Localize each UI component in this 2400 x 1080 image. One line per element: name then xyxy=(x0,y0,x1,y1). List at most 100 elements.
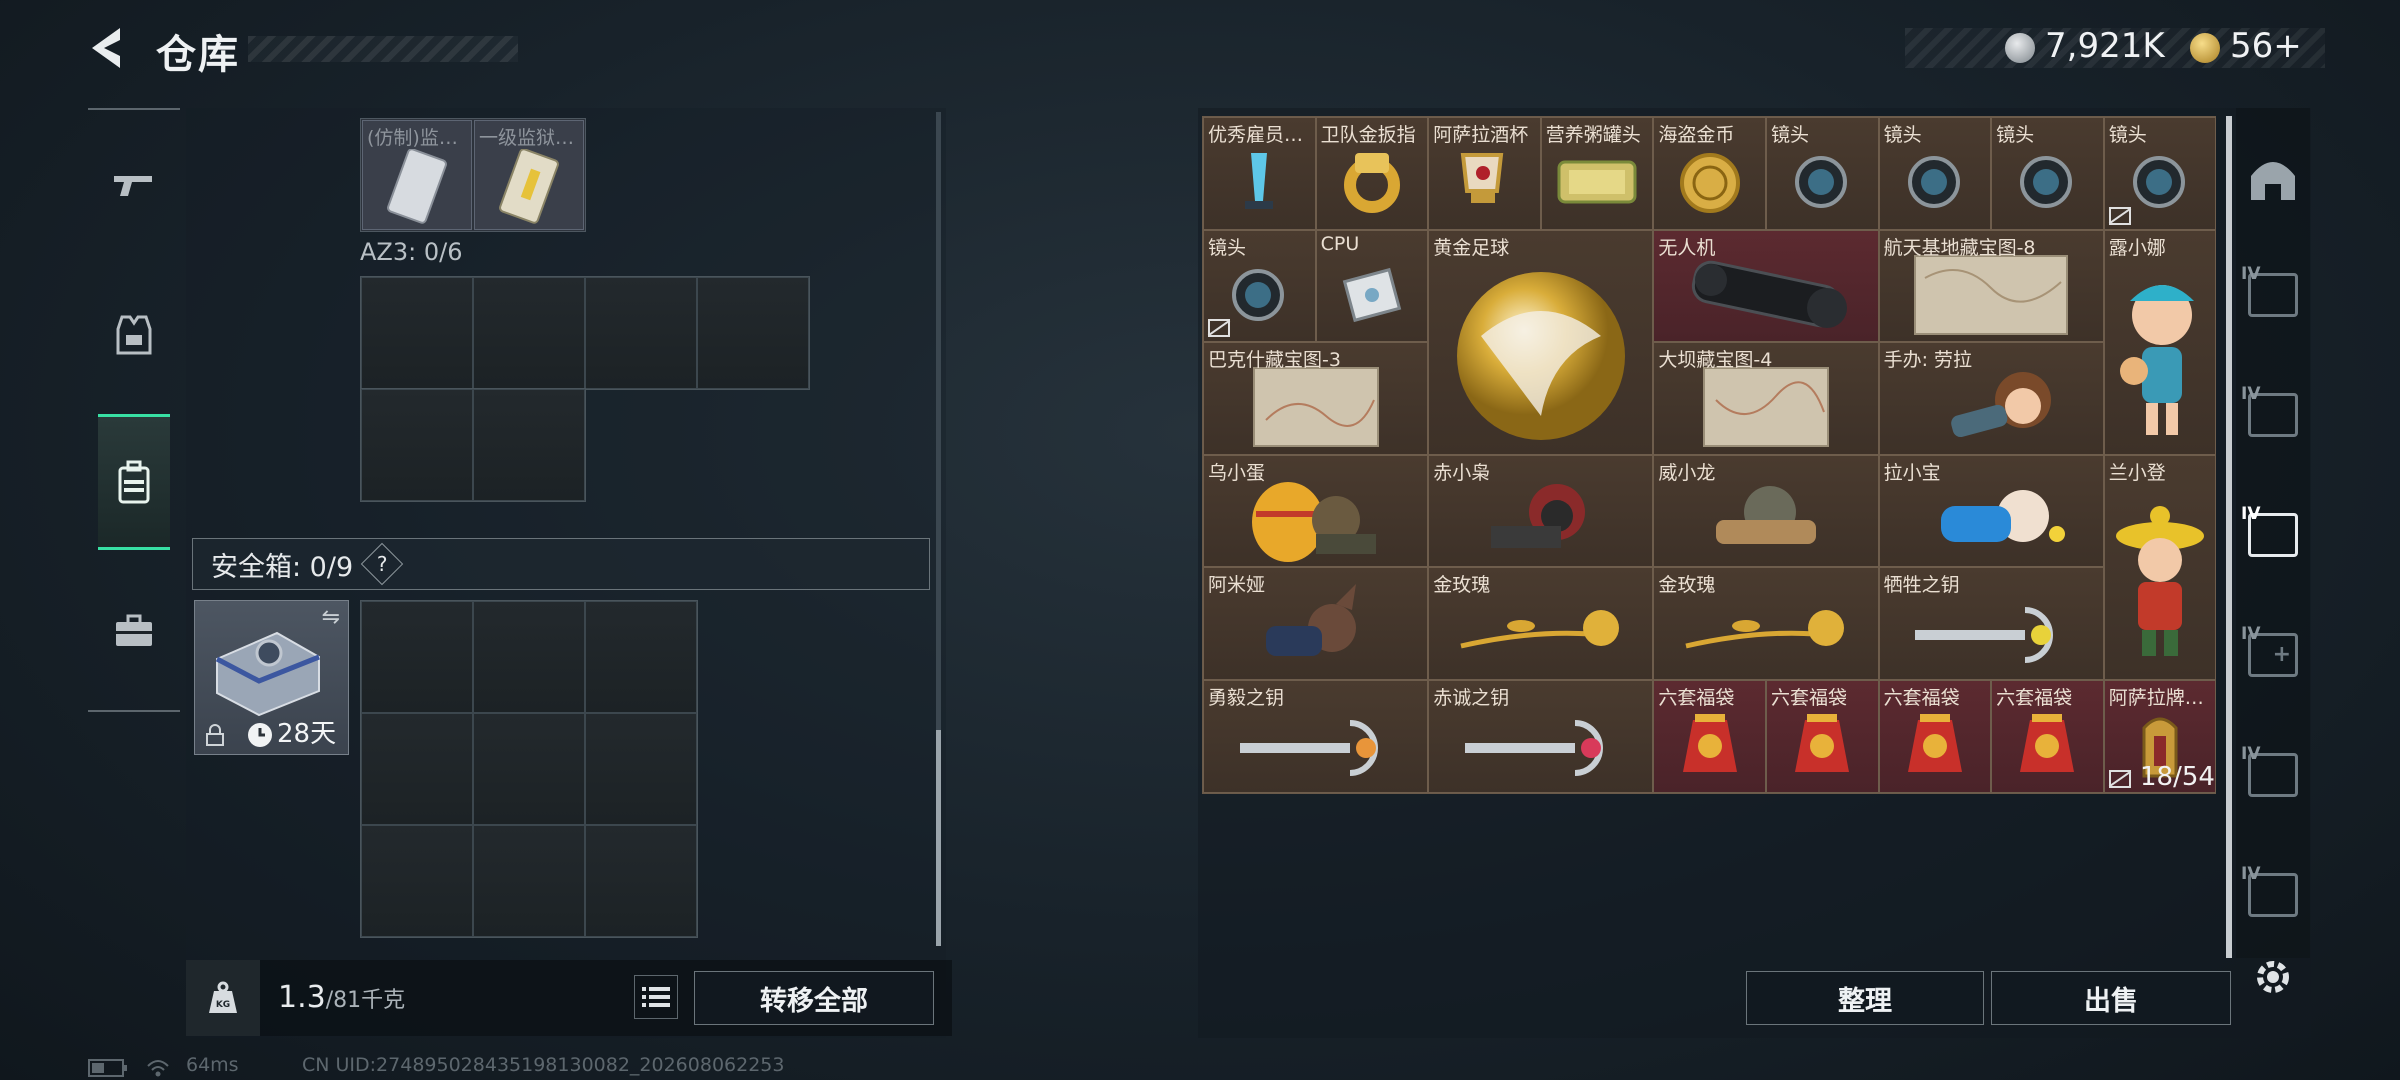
lucky-bag-icon xyxy=(2020,713,2075,772)
stash-item[interactable]: 六套福袋 xyxy=(1765,679,1879,793)
tab-backpack[interactable] xyxy=(98,414,170,550)
stash-item[interactable]: 阿萨拉酒杯 xyxy=(1428,117,1541,230)
helmet-icon xyxy=(2251,162,2295,200)
stash-item[interactable]: 镜头 xyxy=(1991,117,2104,230)
item-name: 六套福袋 xyxy=(1658,686,1735,709)
sell-button[interactable]: 出售 xyxy=(1991,971,2231,1025)
stash-item[interactable]: 露小娜 xyxy=(2103,229,2217,455)
sort-button[interactable]: 整理 xyxy=(1746,971,1984,1025)
inventory-item[interactable]: (仿制)监… xyxy=(362,120,472,230)
item-name: 兰小登 xyxy=(2108,461,2166,484)
vest-icon xyxy=(116,315,152,355)
stash-item[interactable]: CPU xyxy=(1315,229,1429,343)
empty-slot[interactable] xyxy=(585,825,697,937)
stash-item[interactable]: 巴克什藏宝图-3 xyxy=(1203,342,1429,455)
stash-item[interactable]: 镜头 xyxy=(1203,229,1316,343)
stash-item[interactable]: 镜头 xyxy=(1765,117,1879,230)
tab-containers[interactable] xyxy=(98,586,170,676)
stash-item[interactable]: 六套福袋 xyxy=(1991,679,2104,793)
stash-item[interactable]: 赤小枭 xyxy=(1428,454,1654,568)
empty-slot[interactable] xyxy=(585,601,697,713)
inventory-scrollbar-thumb[interactable] xyxy=(936,730,941,946)
sacrifice-key-icon xyxy=(1915,607,2054,664)
transfer-all-button[interactable]: 转移全部 xyxy=(694,971,934,1025)
help-button[interactable]: ? xyxy=(360,542,404,586)
stash-item[interactable]: 镜头 xyxy=(1878,117,1992,230)
stash-item[interactable]: 阿米娅 xyxy=(1203,567,1429,680)
stash-item[interactable]: 镜头 xyxy=(2103,117,2217,230)
empty-slot[interactable] xyxy=(361,389,473,501)
item-name: 六套福袋 xyxy=(1883,686,1960,709)
empty-slot[interactable] xyxy=(361,601,473,713)
empty-slot[interactable] xyxy=(473,389,585,501)
stash-item[interactable]: 无人机 xyxy=(1653,229,1879,343)
stash-tab-medkit[interactable]: IV + xyxy=(2240,622,2306,688)
tab-weapons[interactable] xyxy=(98,140,170,230)
stash-item[interactable]: 金玫瑰 xyxy=(1428,567,1654,680)
inventory-item[interactable]: 一级监狱… xyxy=(474,120,584,230)
item-name: 露小娜 xyxy=(2108,236,2166,259)
untradeable-icon xyxy=(1208,319,1230,338)
empty-slot[interactable] xyxy=(585,277,697,389)
drone-icon xyxy=(1691,260,1847,328)
stash-item[interactable]: 大坝藏宝图-4 xyxy=(1653,342,1879,455)
empty-slot[interactable] xyxy=(361,825,473,937)
lucky-bag-icon xyxy=(1682,713,1737,772)
safe-box-grid xyxy=(360,600,698,938)
stash-item[interactable]: 兰小登 xyxy=(2103,454,2217,680)
stash-tab-bag[interactable]: IV xyxy=(2240,742,2306,808)
briefcase-icon xyxy=(116,614,152,646)
stash-item[interactable]: 航天基地藏宝图-8 xyxy=(1878,229,2104,343)
goblet-icon xyxy=(1461,152,1504,203)
stash-item[interactable]: 黄金足球 xyxy=(1428,229,1654,455)
empty-slot[interactable] xyxy=(585,713,697,825)
safe-box-item[interactable]: ⇋ 28天 xyxy=(194,600,349,755)
stash-item[interactable]: 优秀雇员… xyxy=(1203,117,1316,230)
weight-current: 1.3 xyxy=(278,980,326,1015)
swap-icon[interactable]: ⇋ xyxy=(322,605,340,630)
stash-tab-armor-1[interactable]: IV xyxy=(2240,262,2306,328)
stash-item[interactable]: 六套福袋 xyxy=(1878,679,1992,793)
safe-box-timer: 28天 xyxy=(277,719,337,749)
stash-item[interactable]: 牺牲之钥 xyxy=(1878,567,2104,680)
figure-lanxiaodeng-icon xyxy=(2116,505,2205,656)
stash-item[interactable]: 威小龙 xyxy=(1653,454,1879,568)
stash-item[interactable]: 卫队金扳指 xyxy=(1315,117,1429,230)
empty-slot[interactable] xyxy=(361,713,473,825)
silver-currency-value[interactable]: 7,921K xyxy=(2045,26,2165,66)
safe-box-capacity: 安全箱: 0/9 xyxy=(211,551,354,583)
stash-item[interactable]: 金玫瑰 xyxy=(1653,567,1879,680)
stash-item[interactable]: 赤诚之钥 xyxy=(1428,679,1654,793)
level-badge: IV xyxy=(2241,504,2261,524)
stash-item[interactable]: 乌小蛋 xyxy=(1203,454,1429,568)
empty-slot[interactable] xyxy=(473,713,585,825)
stash-tab-all[interactable] xyxy=(2240,146,2306,212)
settings-button[interactable] xyxy=(2248,952,2298,1002)
item-name: 金玫瑰 xyxy=(1433,574,1491,597)
stash-item[interactable]: 海盗金币 xyxy=(1653,117,1766,230)
stash-item[interactable]: 拉小宝 xyxy=(1878,454,2104,568)
stash-item[interactable]: 六套福袋 xyxy=(1653,679,1766,793)
empty-slot[interactable] xyxy=(361,277,473,389)
tab-armor[interactable] xyxy=(98,290,170,380)
stash-item[interactable]: 勇毅之钥 xyxy=(1203,679,1429,793)
empty-slot[interactable] xyxy=(473,601,585,713)
stash-grid: 优秀雇员… 卫队金扳指 阿萨拉酒杯 营养粥罐头 海盗金币 镜头 镜头 镜头 镜头… xyxy=(1202,116,2217,794)
empty-slot[interactable] xyxy=(697,277,809,389)
stash-tab-chest[interactable]: IV xyxy=(2240,862,2306,928)
empty-slot[interactable] xyxy=(473,825,585,937)
help-icon: ? xyxy=(376,552,388,576)
stash-item[interactable]: 手办: 劳拉 xyxy=(1878,342,2104,455)
stash-item[interactable]: 营养粥罐头 xyxy=(1540,117,1654,230)
empty-slot[interactable] xyxy=(473,277,585,389)
clock-icon xyxy=(248,723,272,747)
stash-tab-armor-2[interactable]: IV xyxy=(2240,382,2306,448)
stash-tab-armor-3[interactable]: IV xyxy=(2240,502,2306,568)
item-name: 六套福袋 xyxy=(1770,686,1847,709)
level-badge: IV xyxy=(2241,264,2261,284)
item-name: 牺牲之钥 xyxy=(1883,574,1960,597)
list-view-button[interactable] xyxy=(634,975,678,1019)
back-arrow-icon[interactable] xyxy=(86,24,132,72)
gold-currency-value[interactable]: 56+ xyxy=(2230,26,2302,66)
stash-scrollbar[interactable] xyxy=(2226,116,2232,958)
